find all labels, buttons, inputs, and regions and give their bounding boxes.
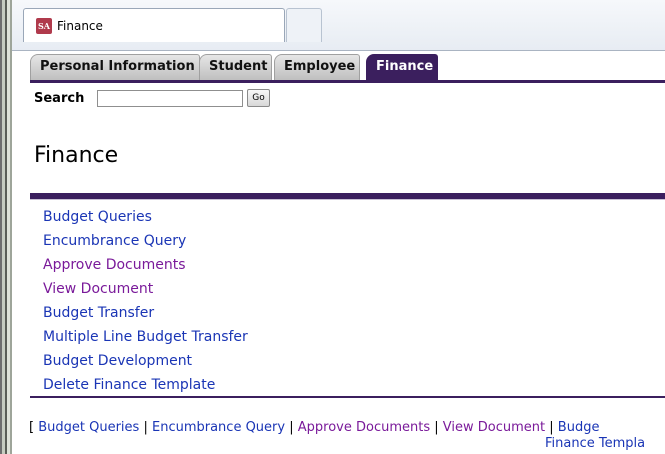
footer-finance-template-link[interactable]: Finance Templa: [545, 436, 645, 451]
window-left-edge: [0, 0, 12, 454]
footer-separator: |: [434, 420, 439, 435]
search-input[interactable]: [97, 90, 243, 107]
search-label: Search: [34, 91, 85, 106]
menu-item: Budget Development: [43, 349, 248, 373]
footer-approve-documents-link[interactable]: Approve Documents: [298, 420, 430, 435]
finance-menu: Budget Queries Encumbrance Query Approve…: [43, 205, 248, 397]
tab-personal-information[interactable]: Personal Information: [30, 54, 200, 80]
budget-transfer-link[interactable]: Budget Transfer: [43, 305, 154, 321]
footer-link-bar-line2: Finance Templa: [545, 436, 645, 451]
footer-divider: [30, 396, 665, 398]
delete-finance-template-link[interactable]: Delete Finance Template: [43, 377, 215, 393]
menu-item: Budget Transfer: [43, 301, 248, 325]
browser-tab-finance[interactable]: SA Finance: [23, 8, 285, 42]
menu-item: Encumbrance Query: [43, 229, 248, 253]
browser-tab-title: Finance: [57, 18, 103, 33]
site-favicon-icon: SA: [36, 17, 52, 34]
new-tab-button[interactable]: [286, 8, 322, 42]
menu-item: Multiple Line Budget Transfer: [43, 325, 248, 349]
footer-encumbrance-query-link[interactable]: Encumbrance Query: [152, 420, 285, 435]
menu-item: Approve Documents: [43, 253, 248, 277]
budget-queries-link[interactable]: Budget Queries: [43, 209, 152, 225]
footer-open-bracket: [: [29, 420, 35, 435]
page-title: Finance: [34, 143, 119, 168]
footer-separator: |: [143, 420, 148, 435]
footer-separator: |: [549, 420, 554, 435]
footer-separator: |: [289, 420, 294, 435]
view-document-link[interactable]: View Document: [43, 281, 153, 297]
tab-student[interactable]: Student: [199, 54, 273, 80]
footer-view-document-link[interactable]: View Document: [443, 420, 545, 435]
tab-employee[interactable]: Employee: [274, 54, 361, 80]
nav-divider: [30, 80, 665, 83]
menu-item: View Document: [43, 277, 248, 301]
approve-documents-link[interactable]: Approve Documents: [43, 257, 186, 273]
footer-link-bar: [ Budget Queries | Encumbrance Query | A…: [29, 420, 599, 435]
tab-finance[interactable]: Finance: [366, 54, 439, 80]
budget-development-link[interactable]: Budget Development: [43, 353, 192, 369]
menu-item: Delete Finance Template: [43, 373, 248, 397]
footer-budget-queries-link[interactable]: Budget Queries: [38, 420, 139, 435]
browser-tab-strip: SA Finance: [12, 0, 665, 51]
title-divider-shadow: [30, 199, 665, 200]
footer-budget-link[interactable]: Budge: [558, 420, 600, 435]
go-button[interactable]: Go: [247, 89, 270, 107]
menu-item: Budget Queries: [43, 205, 248, 229]
multiple-line-budget-transfer-link[interactable]: Multiple Line Budget Transfer: [43, 329, 248, 345]
encumbrance-query-link[interactable]: Encumbrance Query: [43, 233, 186, 249]
